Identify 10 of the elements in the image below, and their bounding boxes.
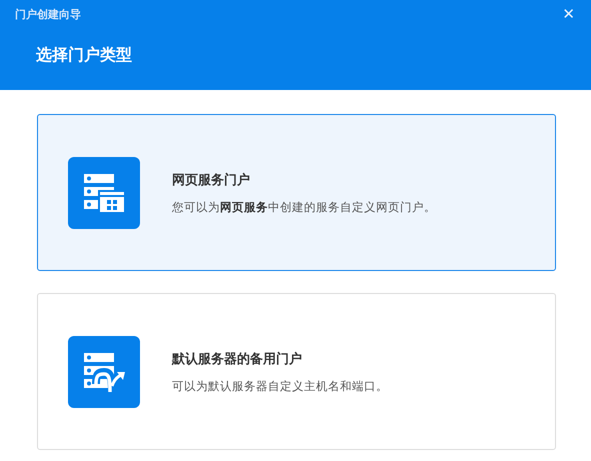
option-title: 默认服务器的备用门户	[172, 350, 303, 368]
page-heading: 选择门户类型	[36, 45, 133, 66]
option-card[interactable]: 默认服务器的备用门户 可以为默认服务器自定义主机名和端口。	[37, 293, 556, 450]
option-description: 可以为默认服务器自定义主机名和端口。	[172, 378, 388, 394]
server-fork-icon	[68, 336, 140, 408]
option-description: 您可以为网页服务中创建的服务自定义网页门户。	[172, 200, 436, 214]
window-title: 门户创建向导	[15, 6, 81, 22]
server-window-icon	[68, 156, 140, 228]
option-card[interactable]: 网页服务门户 您可以为网页服务中创建的服务自定义网页门户。	[37, 114, 556, 271]
option-title: 网页服务门户	[172, 172, 251, 188]
